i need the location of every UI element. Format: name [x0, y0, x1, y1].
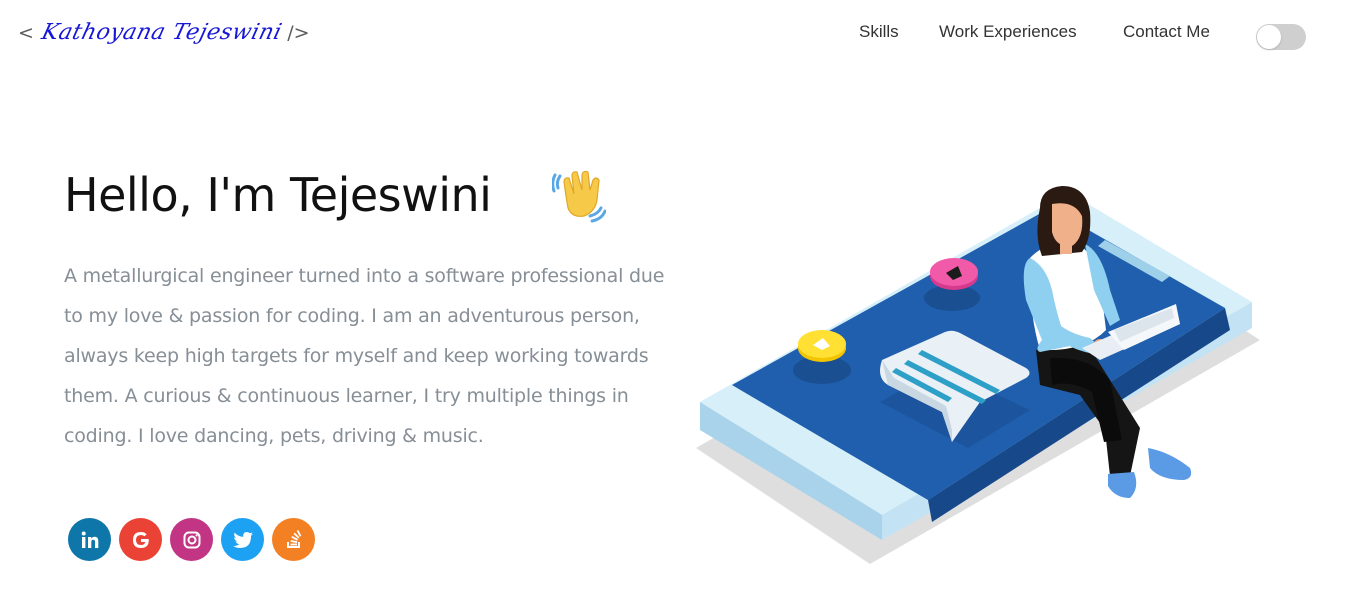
woman-with-laptop-on-phone-illustration — [696, 186, 1260, 564]
hero-description: A metallurgical engineer turned into a s… — [64, 265, 665, 447]
linkedin-icon[interactable] — [68, 518, 111, 561]
stackoverflow-icon[interactable] — [272, 518, 315, 561]
google-icon[interactable] — [119, 518, 162, 561]
nav-link-skills[interactable]: Skills — [859, 22, 899, 46]
theme-toggle[interactable] — [1256, 24, 1306, 50]
instagram-icon[interactable] — [170, 518, 213, 561]
nav-link-work-experiences[interactable]: Work Experiences — [939, 22, 1077, 46]
nav-link-contact-me[interactable]: Contact Me — [1123, 22, 1210, 46]
waving-hand-icon — [552, 170, 606, 223]
logo-open-bracket: < — [18, 22, 34, 44]
theme-toggle-knob — [1257, 25, 1281, 49]
logo-close-bracket: /> — [287, 22, 310, 44]
logo[interactable]: < Kathoyana Tejeswini /> — [18, 18, 310, 62]
social-links — [68, 518, 323, 561]
hero-greeting: Hello, I'm Tejeswini — [64, 168, 492, 222]
twitter-icon[interactable] — [221, 518, 264, 561]
logo-signature: Kathoyana Tejeswini — [38, 20, 285, 45]
top-navbar: < Kathoyana Tejeswini /> Skills Work Exp… — [0, 0, 1345, 70]
